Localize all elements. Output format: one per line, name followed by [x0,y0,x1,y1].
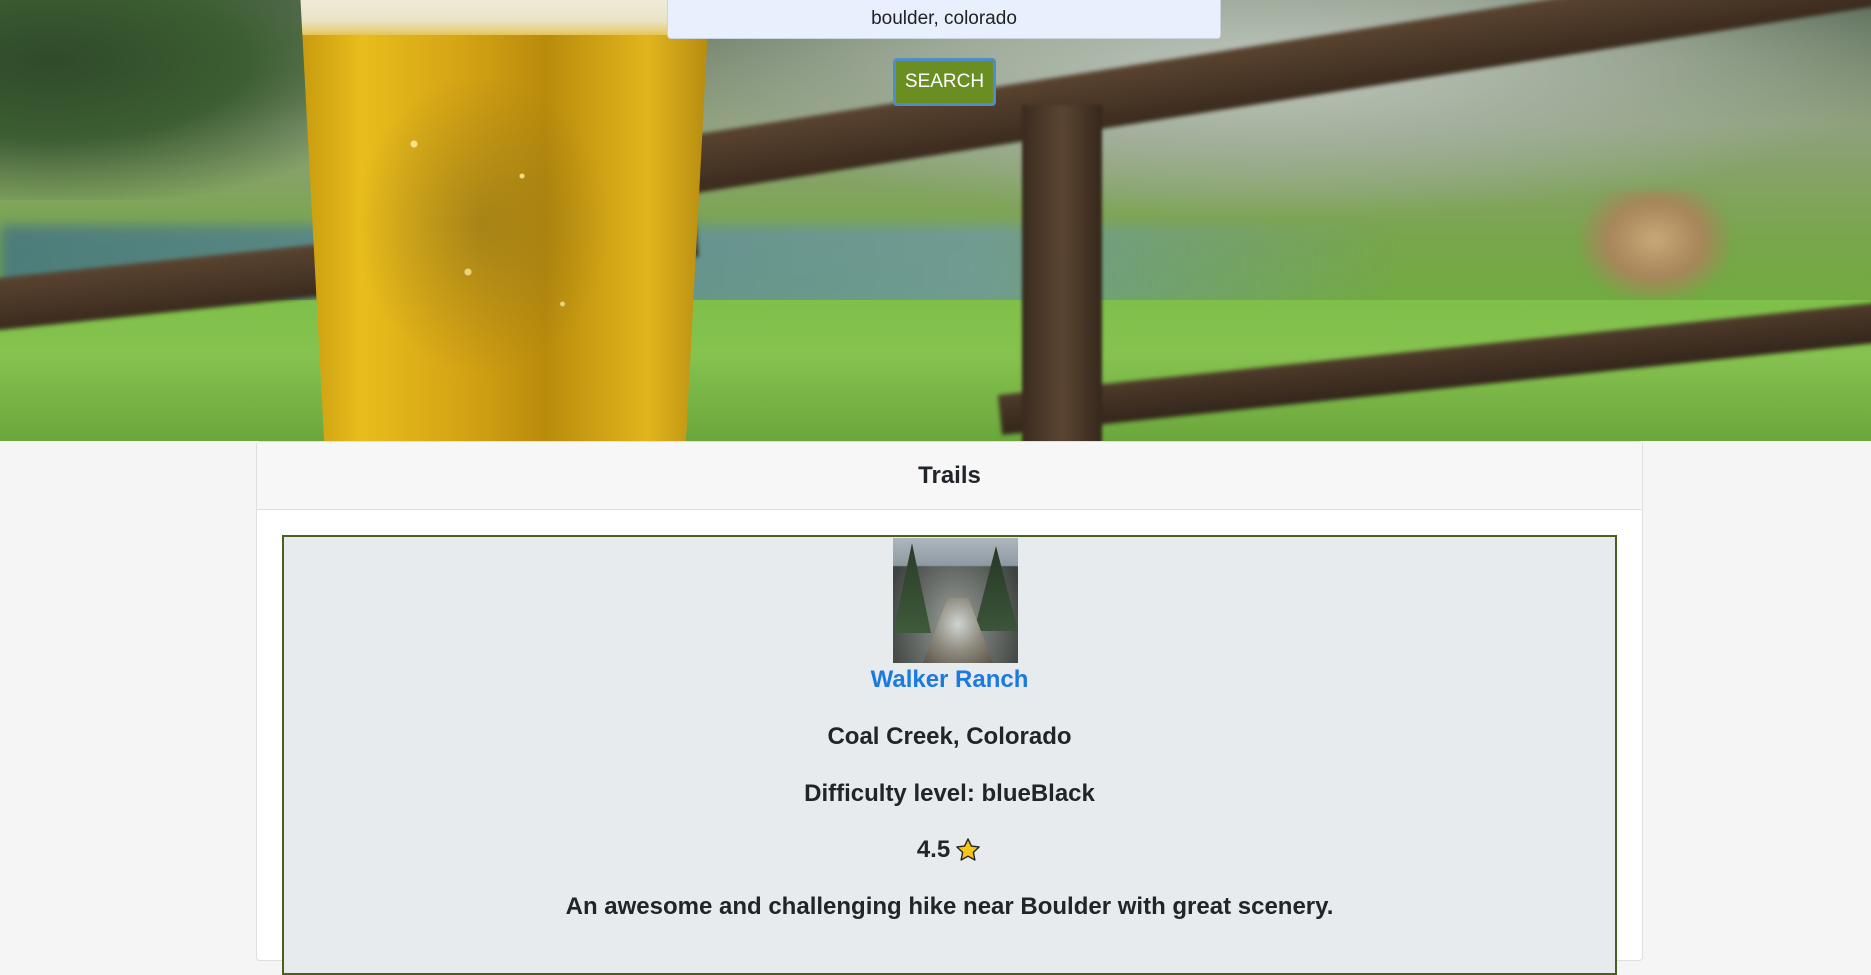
trails-heading: Trails [918,461,981,489]
star-icon [956,838,980,861]
trails-card-header: Trails [257,442,1642,510]
hero-beer-glass [300,0,710,441]
trail-difficulty: Difficulty level: blueBlack [804,780,1095,807]
trail-rating: 4.5 [284,836,1615,864]
hero-banner: SEARCH [0,0,1871,441]
trail-name-link[interactable]: Walker Ranch [284,666,1615,694]
trail-location: Coal Creek, Colorado [827,723,1072,750]
trail-thumbnail [893,538,1018,663]
hero-cow [1580,190,1730,300]
trails-card: Trails Walker Ranch Coal Creek, Colorado… [256,441,1643,975]
search-button[interactable]: SEARCH [893,58,996,106]
hero-fence-post [1022,105,1102,441]
trail-summary: An awesome and challenging hike near Bou… [565,893,1334,920]
trail-rating-value: 4.5 [916,836,951,863]
location-search-input[interactable] [667,0,1221,39]
trail-list-item: Walker Ranch Coal Creek, Colorado Diffic… [282,535,1617,975]
